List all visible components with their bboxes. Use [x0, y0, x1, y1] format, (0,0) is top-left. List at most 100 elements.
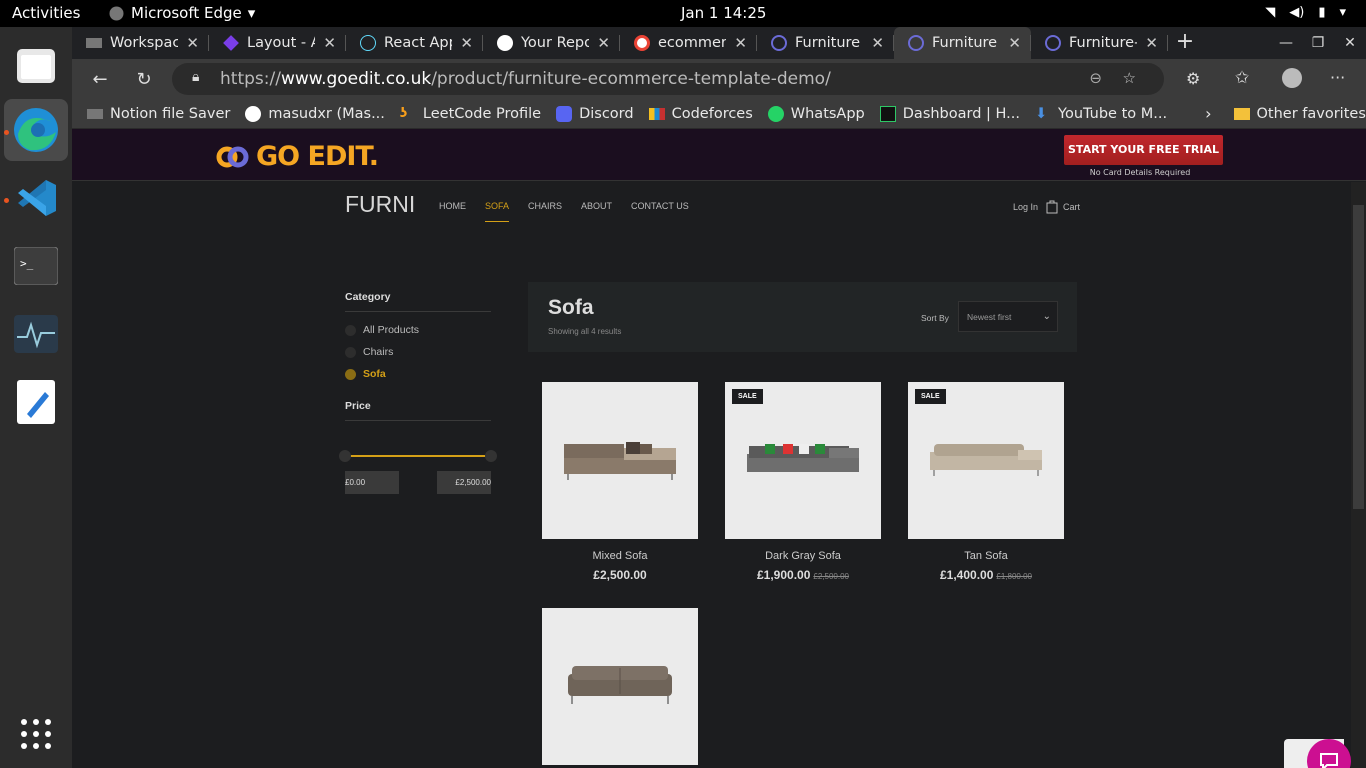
app-menu[interactable]: Microsoft Edge ▾: [108, 4, 255, 22]
tab[interactable]: React App ✕: [346, 27, 483, 59]
product-card[interactable]: SALE Tan Sofa £1,400.00 £1,800.00: [908, 382, 1064, 582]
address-bar[interactable]: 🔒︎ https://www.goedit.co.uk/product/furn…: [172, 63, 1164, 95]
close-icon[interactable]: ✕: [460, 34, 473, 52]
bookmark-item[interactable]: Dashboard | H...: [879, 105, 1020, 122]
sofa-image: [568, 666, 672, 704]
product-image[interactable]: SALE: [725, 382, 881, 539]
menu-chairs[interactable]: CHAIRS: [528, 201, 562, 222]
cta-subtext: No Card Details Required: [1089, 168, 1191, 177]
activities-button[interactable]: Activities: [12, 4, 80, 22]
close-icon[interactable]: ✕: [186, 34, 199, 52]
bookmark-item[interactable]: Discord: [556, 105, 634, 122]
close-icon[interactable]: ✕: [597, 34, 610, 52]
extensions-icon[interactable]: ⚙: [1186, 69, 1200, 88]
product-card[interactable]: SALE Dark Gray Sofa £1,900.00 £2,500.00: [725, 382, 881, 582]
goedit-logo[interactable]: GO EDIT.: [216, 141, 379, 172]
back-arrow-icon[interactable]: ←: [78, 69, 122, 90]
bookmark-item[interactable]: ʖ LeetCode Profile: [400, 106, 541, 122]
files-icon[interactable]: [4, 35, 68, 97]
bookmark-item[interactable]: WhatsApp: [767, 105, 865, 122]
site-brand[interactable]: FURNI: [345, 191, 415, 218]
slider-max-handle[interactable]: [485, 450, 497, 462]
price-slider[interactable]: [339, 449, 497, 463]
tab[interactable]: ecommerce ✕: [620, 27, 757, 59]
menu-about[interactable]: ABOUT: [581, 201, 612, 222]
tab-active[interactable]: Furniture E ✕: [894, 27, 1031, 59]
browser-window: Workspace ✕ Layout - An ✕ React App ✕ Your …: [72, 27, 1366, 768]
system-monitor-icon[interactable]: [4, 303, 68, 365]
minimize-icon[interactable]: —: [1270, 27, 1302, 59]
category-chairs[interactable]: Chairs: [345, 346, 491, 358]
wifi-icon: ◥: [1265, 5, 1276, 20]
bookmark-label: Discord: [579, 105, 634, 122]
min-price-field[interactable]: £0.00: [345, 471, 399, 494]
product-image[interactable]: [542, 382, 698, 539]
chevron-right-icon[interactable]: ›: [1205, 104, 1211, 123]
tab[interactable]: Workspace ✕: [72, 27, 209, 59]
close-icon[interactable]: ✕: [871, 34, 884, 52]
edge-icon[interactable]: [4, 99, 68, 161]
product-card[interactable]: [542, 608, 698, 765]
bookmark-item[interactable]: Codeforces: [648, 106, 753, 122]
close-icon[interactable]: ✕: [734, 34, 747, 52]
bookmark-item[interactable]: ⬇ YouTube to M...: [1035, 106, 1167, 122]
new-tab-button[interactable]: +: [1168, 27, 1202, 59]
bookmark-item[interactable]: Notion file Saver: [87, 106, 230, 122]
product-name[interactable]: Mixed Sofa: [542, 550, 698, 562]
maximize-icon[interactable]: ❐: [1302, 27, 1334, 59]
more-menu-icon[interactable]: ···: [1330, 68, 1345, 87]
product-name[interactable]: Dark Gray Sofa: [725, 550, 881, 562]
tab[interactable]: Layout - An ✕: [209, 27, 346, 59]
app-grid-icon[interactable]: [4, 703, 68, 765]
bookmark-item[interactable]: masudxr (Mas...: [245, 105, 385, 122]
url-path: /product/furniture-ecommerce-template-de…: [431, 69, 831, 89]
os-top-bar: Activities Microsoft Edge ▾ Jan 1 14:25 …: [0, 0, 1366, 27]
price-old: £2,500.00: [813, 572, 849, 581]
clock[interactable]: Jan 1 14:25: [681, 4, 766, 22]
sort-select[interactable]: Newest first ⌄: [958, 301, 1058, 332]
product-price: £1,400.00 £1,800.00: [908, 568, 1064, 582]
max-price-field[interactable]: £2,500.00: [437, 471, 491, 494]
scrollbar[interactable]: [1351, 182, 1366, 768]
leetcode-icon: ʖ: [399, 105, 408, 121]
category-all-products[interactable]: All Products: [345, 324, 491, 336]
listing-header: Sofa Showing all 4 results Sort By Newes…: [528, 282, 1077, 352]
hackerrank-icon: [879, 105, 896, 122]
chevron-down-icon: ▾: [1339, 5, 1346, 20]
slider-min-handle[interactable]: [339, 450, 351, 462]
system-tray[interactable]: ◥ ◀) ▮ ▾: [1265, 5, 1346, 20]
tab[interactable]: Furniture E ✕: [757, 27, 894, 59]
product-name[interactable]: Tan Sofa: [908, 550, 1064, 562]
profile-avatar[interactable]: [1282, 68, 1302, 88]
product-image[interactable]: [542, 608, 698, 765]
radio-icon: [345, 346, 356, 358]
tab-title: Furniture E: [932, 35, 1000, 51]
zoom-icon[interactable]: ⊖: [1089, 69, 1102, 87]
add-favorite-icon[interactable]: ☆: [1123, 69, 1136, 87]
favorites-icon[interactable]: ✩: [1235, 68, 1249, 88]
product-image[interactable]: SALE: [908, 382, 1064, 539]
close-icon[interactable]: ✕: [1145, 34, 1158, 52]
tab[interactable]: Furniture-e ✕: [1031, 27, 1168, 59]
free-trial-button[interactable]: START YOUR FREE TRIAL: [1064, 135, 1223, 165]
menu-sofa[interactable]: SOFA: [485, 201, 510, 222]
chevron-down-icon: ▾: [247, 4, 256, 22]
scrollbar-thumb[interactable]: [1353, 205, 1364, 509]
refresh-icon[interactable]: ↻: [122, 69, 166, 90]
product-card[interactable]: Mixed Sofa £2,500.00: [542, 382, 698, 582]
vscode-icon[interactable]: [4, 167, 68, 229]
login-link[interactable]: Log In: [1013, 202, 1038, 212]
main-menu: HOME SOFA CHAIRS ABOUT CONTACT US: [439, 201, 689, 222]
close-icon[interactable]: ✕: [323, 34, 336, 52]
menu-home[interactable]: HOME: [439, 201, 466, 222]
running-indicator: [4, 130, 9, 135]
terminal-icon[interactable]: >_: [4, 235, 68, 297]
category-sofa[interactable]: Sofa: [345, 368, 491, 380]
close-window-icon[interactable]: ✕: [1334, 27, 1366, 59]
cart-link[interactable]: Cart: [1046, 199, 1080, 214]
menu-contact[interactable]: CONTACT US: [631, 201, 689, 222]
text-editor-icon[interactable]: [4, 371, 68, 433]
tab[interactable]: Your Repos ✕: [483, 27, 620, 59]
other-favorites[interactable]: Other favorites: [1233, 106, 1366, 122]
close-icon[interactable]: ✕: [1008, 34, 1021, 52]
